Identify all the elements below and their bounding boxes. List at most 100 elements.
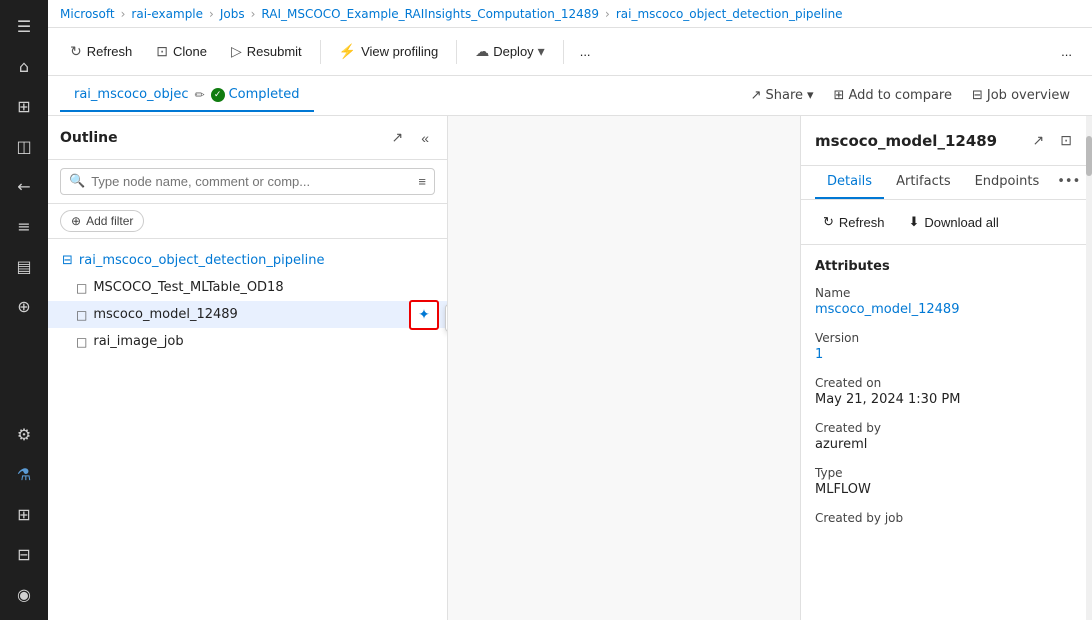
rp-refresh-button[interactable]: ↻ Refresh — [815, 210, 892, 234]
completed-icon: ✓ — [211, 88, 225, 102]
resubmit-button[interactable]: ▷ Resubmit — [221, 38, 312, 65]
tree-item-rai-job[interactable]: □ rai_image_job — [48, 328, 447, 355]
search-box: 🔍 ≡ — [60, 168, 435, 195]
node-icon-mltable: □ — [76, 281, 87, 295]
flask-icon[interactable]: ⚗ — [6, 456, 42, 492]
settings-icon[interactable]: ◉ — [6, 576, 42, 612]
attr-version-label: Version — [815, 331, 1078, 345]
filter-icon-button[interactable]: ≡ — [418, 174, 426, 189]
more-options-button[interactable]: ... — [572, 39, 599, 64]
canvas-area[interactable]: ⬡ mscoco_model_12489 mscoco_model_12489 … — [448, 116, 800, 620]
toolbar-separator-1 — [320, 40, 321, 64]
right-panel-title: mscoco_model_12489 — [815, 132, 997, 150]
tree-root-item[interactable]: ⊟ rai_mscoco_object_detection_pipeline — [48, 247, 447, 274]
rp-download-icon: ⬇ — [908, 214, 919, 230]
pencil-icon[interactable]: ✏ — [195, 88, 205, 102]
refresh-button[interactable]: ↻ Refresh — [60, 38, 142, 65]
locate-tooltip: Locate in canvas — [445, 304, 447, 332]
attr-name-value[interactable]: mscoco_model_12489 — [815, 302, 1078, 317]
sidebar-header: Outline ↗ « — [48, 116, 447, 160]
status-badge: ✓ Completed — [211, 87, 300, 102]
sidebar-title: Outline — [60, 130, 118, 146]
right-panel: mscoco_model_12489 ↗ ⊡ Details Artifacts… — [800, 116, 1092, 620]
components-icon[interactable]: ⊕ — [6, 288, 42, 324]
rp-tab-endpoints[interactable]: Endpoints — [963, 166, 1052, 199]
toolbar-separator-2 — [456, 40, 457, 64]
jobs-icon[interactable]: ▤ — [6, 248, 42, 284]
attr-created-on-label: Created on — [815, 376, 1078, 390]
grid-icon[interactable]: ⊞ — [6, 88, 42, 124]
right-panel-header: mscoco_model_12489 ↗ ⊡ — [801, 116, 1092, 166]
deploy-button[interactable]: ☁ Deploy ▾ — [465, 38, 555, 65]
canvas-connections — [448, 116, 800, 620]
rp-tab-more-button[interactable]: ••• — [1051, 166, 1086, 199]
rp-tab-artifacts[interactable]: Artifacts — [884, 166, 963, 199]
back-icon[interactable]: ← — [6, 168, 42, 204]
attr-created-by-job-label: Created by job — [815, 511, 1078, 525]
tab-pipeline[interactable]: rai_mscoco_objec ✏ ✓ Completed — [60, 79, 314, 112]
compute-icon[interactable]: ⚙ — [6, 416, 42, 452]
modules-icon[interactable]: ⊞ — [6, 496, 42, 532]
breadcrumb-job-name[interactable]: RAI_MSCOCO_Example_RAIInsights_Computati… — [261, 7, 599, 21]
share-icon: ↗ — [751, 88, 762, 103]
nav-rail: ☰ ⌂ ⊞ ◫ ← ≡ ▤ ⊕ ⚙ ⚗ ⊞ ⊟ ◉ — [0, 0, 48, 620]
attr-created-on-value: May 21, 2024 1:30 PM — [815, 392, 1078, 407]
filter-plus-icon: ⊕ — [71, 214, 81, 228]
sidebar-tree: ⊟ rai_mscoco_object_detection_pipeline □… — [48, 239, 447, 620]
pipelines-icon[interactable]: ⊟ — [6, 536, 42, 572]
home-icon[interactable]: ⌂ — [6, 48, 42, 84]
attr-name-label: Name — [815, 286, 1078, 300]
overview-icon: ⊟ — [972, 88, 983, 103]
expand-icon-button[interactable]: ↗ — [1027, 128, 1051, 153]
breadcrumb-rai-example[interactable]: rai-example — [131, 7, 203, 21]
scroll-thumb[interactable] — [1086, 136, 1092, 176]
right-panel-content: Attributes Name mscoco_model_12489 Versi… — [801, 245, 1092, 620]
job-overview-button[interactable]: ⊟ Job overview — [962, 82, 1080, 109]
tree-item-model[interactable]: □ mscoco_model_12489 ✦ Locate in canvas — [48, 301, 447, 328]
tab-bar: rai_mscoco_objec ✏ ✓ Completed ↗ Share ▾… — [48, 76, 1092, 116]
panel-more-button[interactable]: ... — [1053, 39, 1080, 64]
attributes-title: Attributes — [815, 259, 1078, 274]
experiments-icon[interactable]: ≡ — [6, 208, 42, 244]
attr-type-label: Type — [815, 466, 1078, 480]
deploy-icon: ☁ — [475, 43, 489, 60]
clone-icon: ⊡ — [156, 43, 168, 60]
share-chevron-icon: ▾ — [807, 88, 814, 103]
breadcrumb-microsoft[interactable]: Microsoft — [60, 7, 115, 21]
right-panel-header-actions: ↗ ⊡ — [1027, 128, 1078, 153]
locate-in-canvas-button[interactable]: ✦ — [409, 300, 439, 330]
sidebar-header-actions: ↗ « — [385, 126, 435, 149]
close-panel-button[interactable]: ⊡ — [1054, 128, 1078, 153]
add-filter-button[interactable]: ⊕ Add filter — [60, 210, 144, 232]
attr-version-value: 1 — [815, 347, 1078, 362]
attr-name: Name mscoco_model_12489 — [815, 286, 1078, 317]
compare-icon: ⊞ — [834, 88, 845, 103]
search-icon: 🔍 — [69, 174, 85, 189]
refresh-icon: ↻ — [70, 43, 82, 60]
breadcrumb-pipeline[interactable]: rai_mscoco_object_detection_pipeline — [616, 7, 843, 21]
rp-download-all-button[interactable]: ⬇ Download all — [900, 210, 1006, 234]
share-button[interactable]: ↗ Share ▾ — [741, 82, 824, 109]
attr-created-by: Created by azureml — [815, 421, 1078, 452]
play-icon: ▷ — [231, 43, 242, 60]
attr-created-by-job: Created by job — [815, 511, 1078, 525]
rp-tab-details[interactable]: Details — [815, 166, 884, 199]
right-panel-toolbar: ↻ Refresh ⬇ Download all — [801, 200, 1092, 245]
view-profiling-button[interactable]: ⚡ View profiling — [329, 38, 449, 65]
search-input[interactable] — [91, 174, 412, 189]
node-icon-model: □ — [76, 308, 87, 322]
profiling-icon: ⚡ — [339, 43, 356, 60]
rp-refresh-icon: ↻ — [823, 214, 834, 230]
breadcrumb-jobs[interactable]: Jobs — [220, 7, 245, 21]
sidebar-filters: ⊕ Add filter — [48, 204, 447, 239]
clone-button[interactable]: ⊡ Clone — [146, 38, 217, 65]
hamburger-icon[interactable]: ☰ — [6, 8, 42, 44]
collapse-panel-button[interactable]: « — [415, 126, 435, 149]
add-to-compare-button[interactable]: ⊞ Add to compare — [824, 82, 962, 109]
tree-item-mltable[interactable]: □ MSCOCO_Test_MLTable_OD18 — [48, 274, 447, 301]
database-icon[interactable]: ◫ — [6, 128, 42, 164]
attr-version: Version 1 — [815, 331, 1078, 362]
share-outline-button[interactable]: ↗ — [385, 126, 409, 149]
pipeline-node-icon: ⊟ — [62, 253, 73, 268]
attr-type: Type MLFLOW — [815, 466, 1078, 497]
